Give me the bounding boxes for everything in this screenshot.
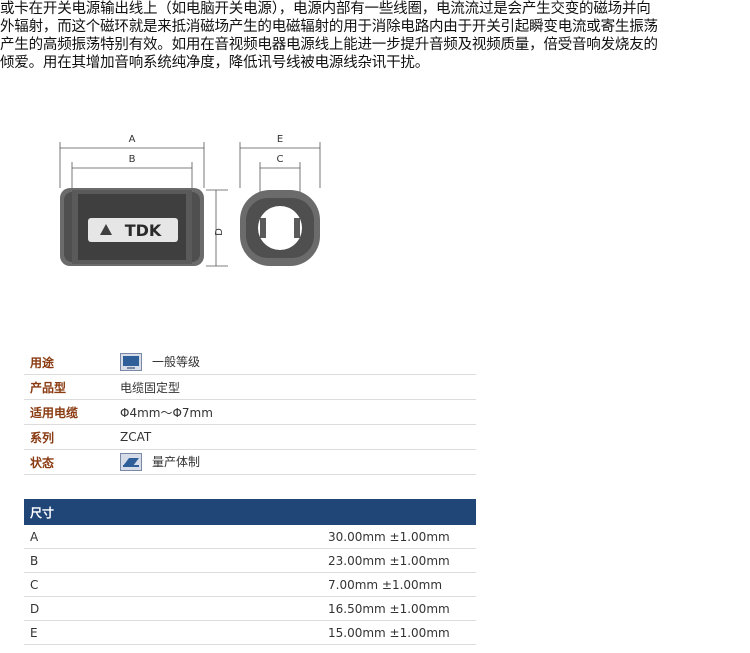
tdk-logo: TDK xyxy=(125,221,162,240)
intro-line: 倾爱。用在其增加音响系统纯净度，降低讯号线被电源线杂讯干扰。 xyxy=(0,55,429,71)
spec-key: 用途 xyxy=(24,350,120,375)
intro-line: 或卡在开关电源输出线上（如电脑开关电源），电源内部有一些线圈，电流流过是会产生交… xyxy=(0,1,651,17)
spec-row-cable: 适用电缆 Φ4mm～Φ7mm xyxy=(24,399,476,425)
spec-value: 量产体制 xyxy=(152,454,201,469)
dim-label-e: E xyxy=(277,134,283,145)
spec-value: Φ4mm～Φ7mm xyxy=(120,399,476,425)
dimensions-header-row: 尺寸 xyxy=(24,499,476,525)
spec-row-product-type: 产品型 电缆固定型 xyxy=(24,374,476,400)
table-row: C 7.00mm ±1.00mm xyxy=(24,572,476,597)
spec-key: 产品型 xyxy=(24,374,120,400)
dimensions-header: 尺寸 xyxy=(24,499,476,525)
dimension-value: 30.00mm ±1.00mm xyxy=(320,525,476,549)
spec-key: 适用电缆 xyxy=(24,399,120,425)
spec-row-series: 系列 ZCAT xyxy=(24,424,476,450)
spec-key: 系列 xyxy=(24,424,120,450)
spec-row-usage: 用途 一般等级 xyxy=(24,350,476,375)
dimension-name: D xyxy=(24,596,320,621)
core-side-view: TDK xyxy=(60,188,204,266)
table-row: A 30.00mm ±1.00mm xyxy=(24,525,476,549)
spec-value: 电缆固定型 xyxy=(120,374,476,400)
dimension-value: 7.00mm ±1.00mm xyxy=(320,572,476,597)
spec-table: 用途 一般等级 产品型 电缆固定型 适用电缆 Φ4mm～Φ7mm 系列 ZCAT… xyxy=(24,350,476,475)
intro-paragraph: 或卡在开关电源输出线上（如电脑开关电源），电源内部有一些线圈，电流流过是会产生交… xyxy=(0,0,748,72)
core-end-view xyxy=(240,190,320,266)
spec-value: ZCAT xyxy=(120,424,476,450)
dimension-value: 16.50mm ±1.00mm xyxy=(320,596,476,621)
table-row: E 15.00mm ±1.00mm xyxy=(24,620,476,645)
dim-label-b: B xyxy=(129,154,136,165)
spec-value: 一般等级 xyxy=(152,354,201,369)
dim-label-a: A xyxy=(129,134,136,145)
monitor-icon xyxy=(120,353,142,372)
dimension-name: C xyxy=(24,572,320,597)
intro-line: 外辐射，而这个磁环就是来抵消磁场产生的电磁辐射的用于消除电路内由于开关引起瞬变电… xyxy=(0,19,658,35)
mass-production-icon xyxy=(120,453,142,472)
spec-row-status: 状态 量产体制 xyxy=(24,449,476,475)
dimension-value: 15.00mm ±1.00mm xyxy=(320,620,476,645)
dimension-name: A xyxy=(24,525,320,549)
dimension-value: 23.00mm ±1.00mm xyxy=(320,548,476,573)
table-row: B 23.00mm ±1.00mm xyxy=(24,548,476,573)
intro-line: 产生的高频振荡特别有效。如用在音视频电器电源线上能进一步提升音频及视频质量，倍受… xyxy=(0,37,658,53)
dimension-name: B xyxy=(24,548,320,573)
table-row: D 16.50mm ±1.00mm xyxy=(24,596,476,621)
dim-label-c: C xyxy=(277,154,284,165)
dimension-name: E xyxy=(24,620,320,645)
ferrite-core-drawing: A B E C D TDK xyxy=(59,134,321,267)
dimensions-table: 尺寸 A 30.00mm ±1.00mm B 23.00mm ±1.00mm C… xyxy=(24,499,476,645)
spec-key: 状态 xyxy=(24,449,120,475)
